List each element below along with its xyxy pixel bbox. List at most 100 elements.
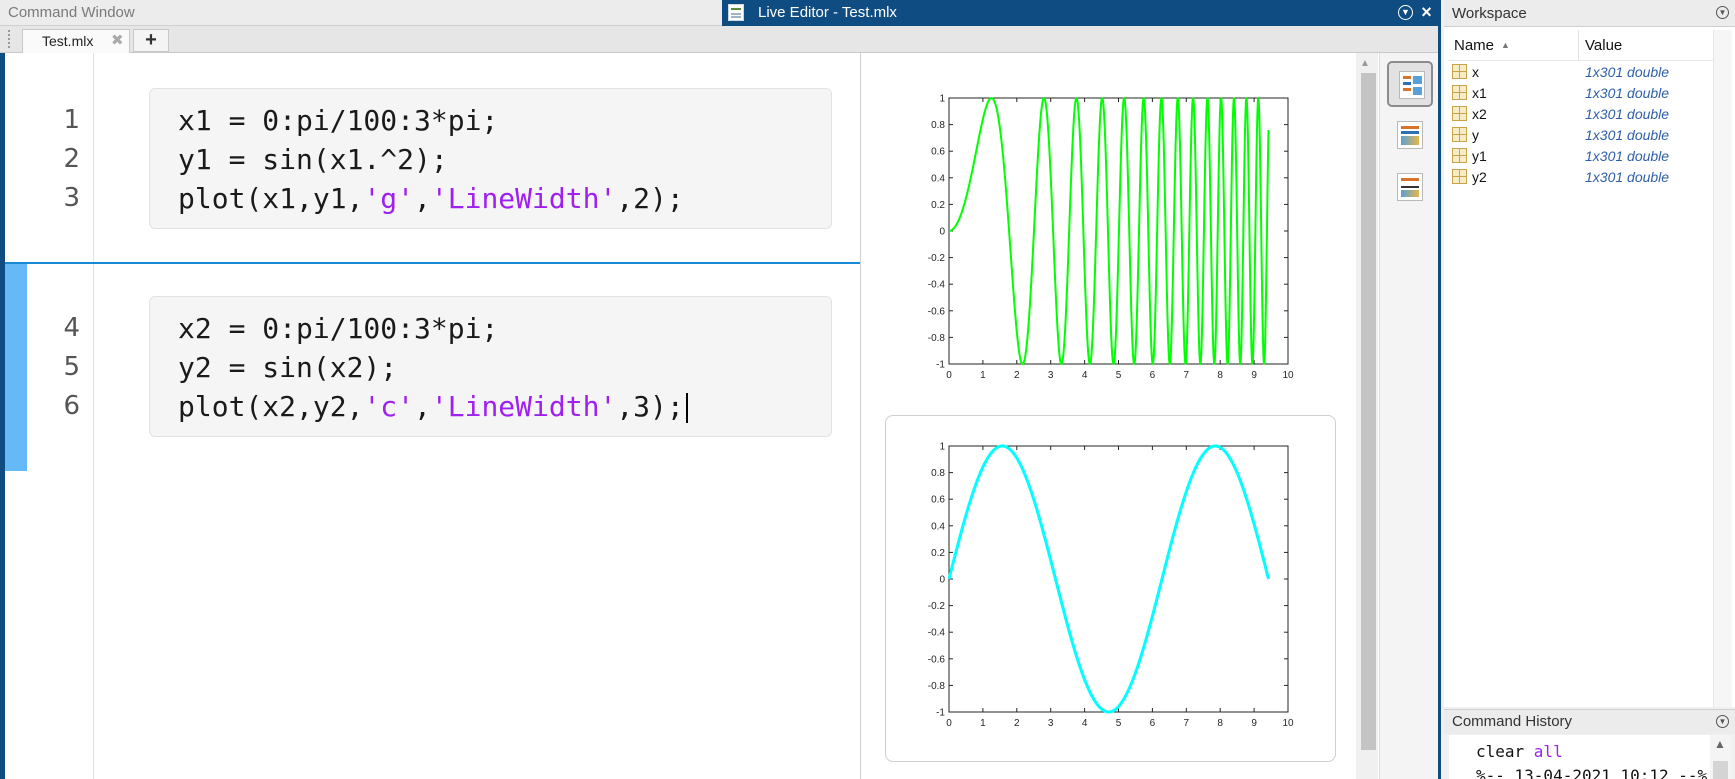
tab-close-icon[interactable]: ✖ <box>111 30 124 52</box>
code-line[interactable]: x1 = 0:pi/100:3*pi; <box>178 101 498 141</box>
workspace-variable-row[interactable]: y 1x301 double <box>1449 125 1713 146</box>
matrix-icon <box>1452 127 1467 142</box>
sort-ascending-icon[interactable]: ▲ <box>1501 40 1510 50</box>
y-tick-label: -0.2 <box>928 253 946 264</box>
x-tick-label: 0 <box>946 370 952 381</box>
code-text: x2 = 0:pi/100:3*pi; <box>178 312 499 345</box>
line-number: 4 <box>63 313 80 343</box>
command-history-titlebar[interactable]: Command History ▼ <box>1444 709 1735 734</box>
x-tick-label: 6 <box>1150 370 1156 381</box>
y-tick-label: 0.4 <box>931 173 945 184</box>
figure-1[interactable]: 0 1 2 3 4 5 6 7 8 9 10 1 0.8 0.6 0.4 0.2 0 -0.2 -0.4 -0.6 -0… <box>905 86 1305 386</box>
hide-code-icon <box>1397 173 1423 201</box>
workspace-variable-row[interactable]: x 1x301 double <box>1449 62 1713 83</box>
y-tick-label: -0.6 <box>928 654 946 665</box>
variable-value: 1x301 double <box>1585 106 1670 122</box>
panel-menu-icon[interactable]: ▼ <box>1398 5 1413 20</box>
x-tick-label: 2 <box>1014 370 1020 381</box>
code-line[interactable]: x2 = 0:pi/100:3*pi; <box>178 309 498 349</box>
plot-sin-x[interactable]: 0 1 2 3 4 5 6 7 8 9 10 1 0.8 0.6 0.4 0.2 0 -0.2 -0.4 -0.6 -0… <box>905 434 1305 734</box>
editor-tab-bar: Test.mlx ✖ + <box>0 26 1441 53</box>
column-header-value[interactable]: Value <box>1585 37 1622 54</box>
y-tick-label: -0.4 <box>928 628 946 639</box>
line-number: 3 <box>63 183 80 213</box>
hide-code-button[interactable] <box>1387 165 1433 211</box>
line-number: 1 <box>63 105 80 135</box>
tab-test-mlx[interactable]: Test.mlx ✖ <box>22 29 130 53</box>
history-text: clear <box>1476 742 1534 761</box>
scroll-up-icon[interactable]: ▲ <box>1360 58 1370 69</box>
workspace-variable-row[interactable]: x2 1x301 double <box>1449 104 1713 125</box>
tab-label: Test.mlx <box>42 33 94 49</box>
variable-value: 1x301 double <box>1585 85 1670 101</box>
workspace-variable-row[interactable]: y1 1x301 double <box>1449 146 1713 167</box>
workspace-title: Workspace <box>1452 5 1527 22</box>
x-tick-label: 9 <box>1251 370 1257 381</box>
section-break <box>5 262 860 264</box>
workspace-variable-row[interactable]: x1 1x301 double <box>1449 83 1713 104</box>
y-tick-label: -0.8 <box>928 681 946 692</box>
gutter-divider <box>93 53 94 779</box>
output-right-button[interactable] <box>1387 113 1433 159</box>
scrollbar-thumb[interactable] <box>1713 761 1728 779</box>
command-history-scrollbar[interactable]: ▲ <box>1710 735 1731 779</box>
x-tick-label: 9 <box>1251 718 1257 729</box>
command-history-title: Command History <box>1452 713 1573 730</box>
grip-handle[interactable] <box>8 30 13 48</box>
workspace-titlebar[interactable]: Workspace ▼ <box>1444 0 1735 27</box>
workspace-variable-row[interactable]: y2 1x301 double <box>1449 167 1713 188</box>
command-window-title[interactable]: Command Window <box>0 0 722 26</box>
panel-menu-icon[interactable]: ▼ <box>1716 715 1729 728</box>
command-history-list[interactable]: clear all %-- 13-04-2021 10:12 --% <box>1449 735 1710 779</box>
x-tick-label: 8 <box>1217 370 1223 381</box>
x-tick-label: 4 <box>1082 370 1088 381</box>
y-tick-label: -0.2 <box>928 601 946 612</box>
workspace-scrollbar[interactable] <box>1713 30 1732 707</box>
matrix-icon <box>1452 106 1467 121</box>
code-block-1[interactable]: x1 = 0:pi/100:3*pi; y1 = sin(x1.^2); plot(… <box>149 88 832 229</box>
live-editor-titlebar[interactable]: Live Editor - Test.mlx ▼ × <box>722 0 1441 26</box>
code-output-splitter[interactable] <box>860 53 861 779</box>
line-number: 5 <box>63 352 80 382</box>
add-tab-button[interactable]: + <box>133 29 169 52</box>
code-block-2[interactable]: x2 = 0:pi/100:3*pi; y2 = sin(x2); plot(x2,… <box>149 296 832 437</box>
plot-sin-x-squared[interactable]: 0 1 2 3 4 5 6 7 8 9 10 1 0.8 0.6 0.4 0.2 0 -0.2 -0.4 -0.6 -0… <box>905 86 1305 386</box>
variable-value: 1x301 double <box>1585 169 1670 185</box>
x-tick-label: 3 <box>1048 718 1054 729</box>
y-tick-label: 0.2 <box>931 548 945 559</box>
column-header-name[interactable]: Name <box>1454 37 1494 54</box>
live-script-icon <box>728 4 744 21</box>
x-tick-label: 4 <box>1082 718 1088 729</box>
editor-scrollbar-thumb[interactable] <box>1361 73 1376 750</box>
output-toolbar <box>1379 53 1441 779</box>
figure-2[interactable]: 0 1 2 3 4 5 6 7 8 9 10 1 0.8 0.6 0.4 0.2 0 -0.2 -0.4 -0.6 -0… <box>905 434 1305 734</box>
history-entry[interactable]: %-- 13-04-2021 10:12 --% <box>1476 766 1707 779</box>
variable-value: 1x301 double <box>1585 64 1670 80</box>
column-divider[interactable] <box>1578 30 1579 60</box>
close-icon[interactable]: × <box>1419 3 1434 21</box>
x-tick-label: 3 <box>1048 370 1054 381</box>
keyword-text: all <box>1533 742 1563 761</box>
code-line[interactable]: y2 = sin(x2); <box>178 348 397 388</box>
code-line[interactable]: plot(x2,y2,'c','LineWidth',3); <box>178 387 684 427</box>
scroll-up-icon[interactable]: ▲ <box>1714 737 1726 751</box>
code-line[interactable]: y1 = sin(x1.^2); <box>178 140 448 180</box>
matrix-icon <box>1452 148 1467 163</box>
x-tick-label: 10 <box>1282 718 1294 729</box>
string-literal: 'LineWidth' <box>430 390 617 423</box>
x-tick-label: 6 <box>1150 718 1156 729</box>
y-tick-label: 0 <box>939 227 945 238</box>
output-inline-button[interactable] <box>1387 61 1433 107</box>
history-text: %-- 13-04-2021 10:12 --% <box>1476 766 1708 779</box>
history-entry[interactable]: clear all <box>1476 742 1563 761</box>
y-tick-label: -1 <box>936 708 945 719</box>
panel-border <box>1438 26 1441 779</box>
y-tick-label: -0.8 <box>928 333 946 344</box>
x-tick-label: 5 <box>1116 718 1122 729</box>
panel-menu-icon[interactable]: ▼ <box>1716 6 1729 19</box>
code-line[interactable]: plot(x1,y1,'g','LineWidth',2); <box>178 179 684 219</box>
y-tick-label: 0 <box>939 575 945 586</box>
code-text: , <box>414 390 431 423</box>
y-tick-label: -0.6 <box>928 306 946 317</box>
y-tick-label: 0.8 <box>931 468 945 479</box>
